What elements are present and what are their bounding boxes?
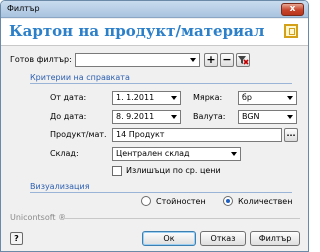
brand-label: Unicontsoft ® bbox=[10, 213, 67, 222]
to-date-value: 8. 9.2011 bbox=[116, 112, 155, 121]
clear-filter-icon bbox=[238, 56, 249, 65]
product-browse-button[interactable]: ... bbox=[284, 128, 298, 142]
chevron-down-icon bbox=[190, 58, 196, 62]
chevron-down-icon bbox=[287, 115, 293, 119]
page-title: Картон на продукт/материал bbox=[9, 22, 265, 40]
currency-dropdown[interactable]: BGN bbox=[238, 110, 297, 124]
measure-label: Мярка: bbox=[193, 93, 223, 102]
title-bar[interactable]: Филтър x bbox=[1, 1, 308, 18]
warehouse-value: Централен склад bbox=[116, 149, 190, 158]
help-button[interactable]: ? bbox=[10, 232, 23, 245]
help-icon: ? bbox=[14, 234, 19, 243]
cancel-button[interactable]: Отказ bbox=[200, 231, 246, 246]
window-title: Филтър bbox=[7, 4, 40, 13]
quantity-radio-label: Количествен bbox=[238, 197, 293, 206]
product-field[interactable]: 14 Продукт bbox=[112, 128, 282, 142]
footer-divider bbox=[63, 218, 300, 219]
quantity-radio[interactable] bbox=[223, 196, 233, 206]
measure-dropdown[interactable]: бр bbox=[238, 91, 297, 105]
surplus-label: Излишъци по ср. цени bbox=[126, 166, 221, 175]
dialog-header: Картон на продукт/материал bbox=[1, 19, 308, 46]
ok-button[interactable]: Ок bbox=[142, 231, 196, 246]
from-date-field[interactable]: 1. 1.2011 bbox=[112, 91, 181, 105]
filter-button[interactable]: Филтър bbox=[250, 231, 300, 246]
to-date-label: До дата: bbox=[50, 112, 87, 121]
to-date-field[interactable]: 8. 9.2011 bbox=[112, 110, 181, 124]
save-layout-icon[interactable] bbox=[284, 24, 298, 38]
from-date-label: От дата: bbox=[50, 93, 87, 102]
value-radio[interactable] bbox=[141, 196, 151, 206]
filter-dialog: Филтър x Картон на продукт/материал Гото… bbox=[0, 0, 309, 252]
ready-filter-label: Готов филтър: bbox=[10, 55, 72, 64]
close-button[interactable]: x bbox=[281, 3, 304, 16]
from-date-value: 1. 1.2011 bbox=[116, 93, 155, 102]
chevron-down-icon bbox=[231, 152, 237, 156]
chevron-down-icon bbox=[171, 96, 177, 100]
chevron-down-icon bbox=[287, 96, 293, 100]
product-label: Продукт/мат. bbox=[50, 130, 107, 139]
currency-value: BGN bbox=[242, 112, 260, 121]
chevron-down-icon bbox=[171, 115, 177, 119]
remove-filter-button[interactable]: − bbox=[220, 53, 234, 67]
clear-filter-button[interactable] bbox=[236, 53, 250, 67]
product-value: 14 Продукт bbox=[116, 130, 165, 139]
ready-filter-dropdown[interactable] bbox=[75, 53, 200, 67]
value-radio-label: Стойностен bbox=[156, 197, 206, 206]
warehouse-dropdown[interactable]: Централен склад bbox=[112, 147, 241, 161]
add-filter-button[interactable]: + bbox=[204, 53, 218, 67]
currency-label: Валута: bbox=[193, 112, 226, 121]
surplus-checkbox[interactable] bbox=[112, 166, 122, 176]
measure-value: бр bbox=[242, 93, 253, 102]
visualization-section-label: Визуализация bbox=[30, 182, 90, 191]
criteria-divider bbox=[30, 83, 292, 84]
criteria-section-label: Критерии на справката bbox=[30, 73, 130, 82]
warehouse-label: Склад: bbox=[50, 149, 79, 158]
visualization-divider bbox=[30, 192, 292, 193]
